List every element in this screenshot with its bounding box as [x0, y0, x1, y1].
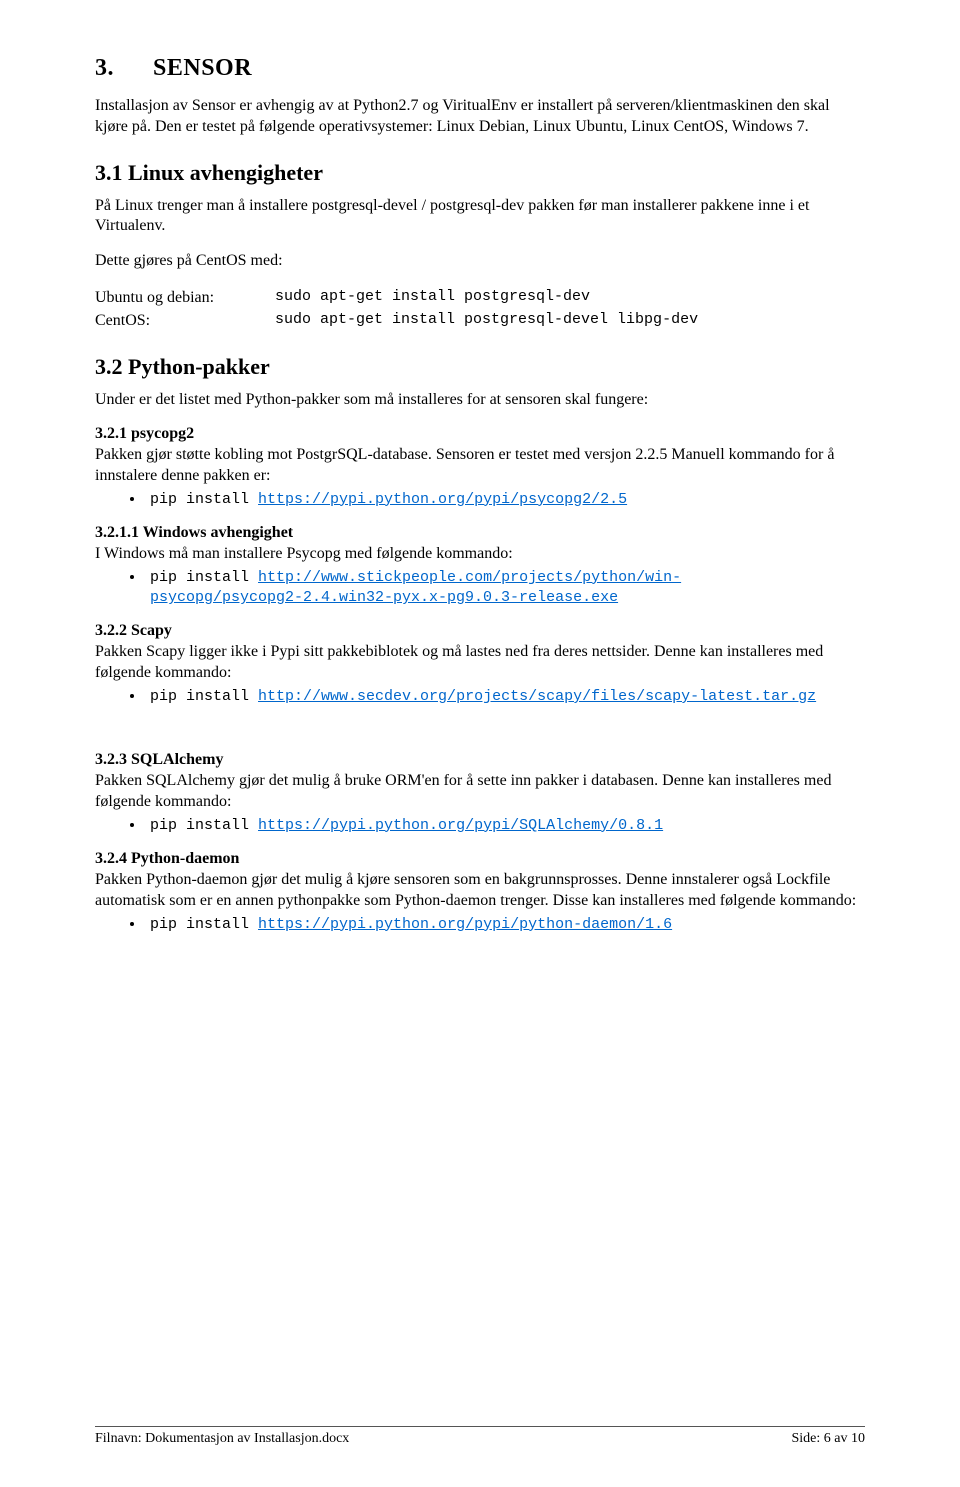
list-item: pip install https://pypi.python.org/pypi…	[145, 815, 865, 836]
os-command: sudo apt-get install postgresql-dev	[275, 286, 590, 309]
list-item: pip install http://www.stickpeople.com/p…	[145, 567, 865, 609]
section-title: SENSOR	[153, 55, 252, 81]
link-psycopg2[interactable]: https://pypi.python.org/pypi/psycopg2/2.…	[258, 491, 627, 508]
pip-prefix: pip install	[150, 491, 258, 508]
subsection-3-1-heading: 3.1 Linux avhengigheter	[95, 160, 865, 186]
os-label: CentOS:	[95, 309, 275, 332]
pip-prefix: pip install	[150, 817, 258, 834]
list-item: pip install https://pypi.python.org/pypi…	[145, 489, 865, 510]
subsection-3-2-heading: 3.2 Python-pakker	[95, 354, 865, 380]
subsubsubsection-3-2-1-1-heading: 3.2.1.1 Windows avhengighet	[95, 524, 865, 542]
table-row: Ubuntu og debian: sudo apt-get install p…	[95, 286, 865, 309]
list-item: pip install https://pypi.python.org/pypi…	[145, 914, 865, 935]
intro-paragraph: Installasjon av Sensor er avhengig av at…	[95, 96, 865, 138]
page: 3. SENSOR Installasjon av Sensor er avhe…	[0, 0, 960, 1487]
section-heading: 3. SENSOR	[95, 55, 865, 82]
subsubsection-3-2-4-heading: 3.2.4 Python-daemon	[95, 850, 865, 868]
s32-paragraph-1: Under er det listet med Python-pakker so…	[95, 390, 865, 411]
page-footer: Filnavn: Dokumentasjon av Installasjon.d…	[95, 1426, 865, 1447]
bullet-list: pip install https://pypi.python.org/pypi…	[95, 815, 865, 836]
footer-filename: Filnavn: Dokumentasjon av Installasjon.d…	[95, 1431, 349, 1447]
table-row: CentOS: sudo apt-get install postgresql-…	[95, 309, 865, 332]
s324-paragraph-1: Pakken Python-daemon gjør det mulig å kj…	[95, 870, 865, 912]
subsubsection-3-2-3-heading: 3.2.3 SQLAlchemy	[95, 751, 865, 769]
subsubsection-3-2-1-heading: 3.2.1 psycopg2	[95, 425, 865, 443]
os-label: Ubuntu og debian:	[95, 286, 275, 309]
s3211-paragraph-1: I Windows må man installere Psycopg med …	[95, 544, 865, 565]
s321-paragraph-1: Pakken gjør støtte kobling mot PostgrSQL…	[95, 445, 865, 487]
command-table: Ubuntu og debian: sudo apt-get install p…	[95, 286, 865, 332]
s31-paragraph-2: Dette gjøres på CentOS med:	[95, 251, 865, 272]
link-scapy[interactable]: http://www.secdev.org/projects/scapy/fil…	[258, 688, 816, 705]
os-command: sudo apt-get install postgresql-devel li…	[275, 309, 698, 332]
s31-paragraph-1: På Linux trenger man å installere postgr…	[95, 196, 865, 238]
list-item: pip install http://www.secdev.org/projec…	[145, 686, 865, 707]
pip-prefix: pip install	[150, 688, 258, 705]
link-python-daemon[interactable]: https://pypi.python.org/pypi/python-daem…	[258, 916, 672, 933]
subsubsection-3-2-2-heading: 3.2.2 Scapy	[95, 622, 865, 640]
s322-paragraph-1: Pakken Scapy ligger ikke i Pypi sitt pak…	[95, 642, 865, 684]
pip-prefix: pip install	[150, 916, 258, 933]
pip-prefix: pip install	[150, 569, 258, 586]
link-sqlalchemy[interactable]: https://pypi.python.org/pypi/SQLAlchemy/…	[258, 817, 663, 834]
footer-page-number: Side: 6 av 10	[792, 1431, 866, 1447]
bullet-list: pip install http://www.secdev.org/projec…	[95, 686, 865, 707]
bullet-list: pip install https://pypi.python.org/pypi…	[95, 914, 865, 935]
bullet-list: pip install https://pypi.python.org/pypi…	[95, 489, 865, 510]
section-number: 3.	[95, 55, 114, 81]
s323-paragraph-1: Pakken SQLAlchemy gjør det mulig å bruke…	[95, 771, 865, 813]
bullet-list: pip install http://www.stickpeople.com/p…	[95, 567, 865, 609]
